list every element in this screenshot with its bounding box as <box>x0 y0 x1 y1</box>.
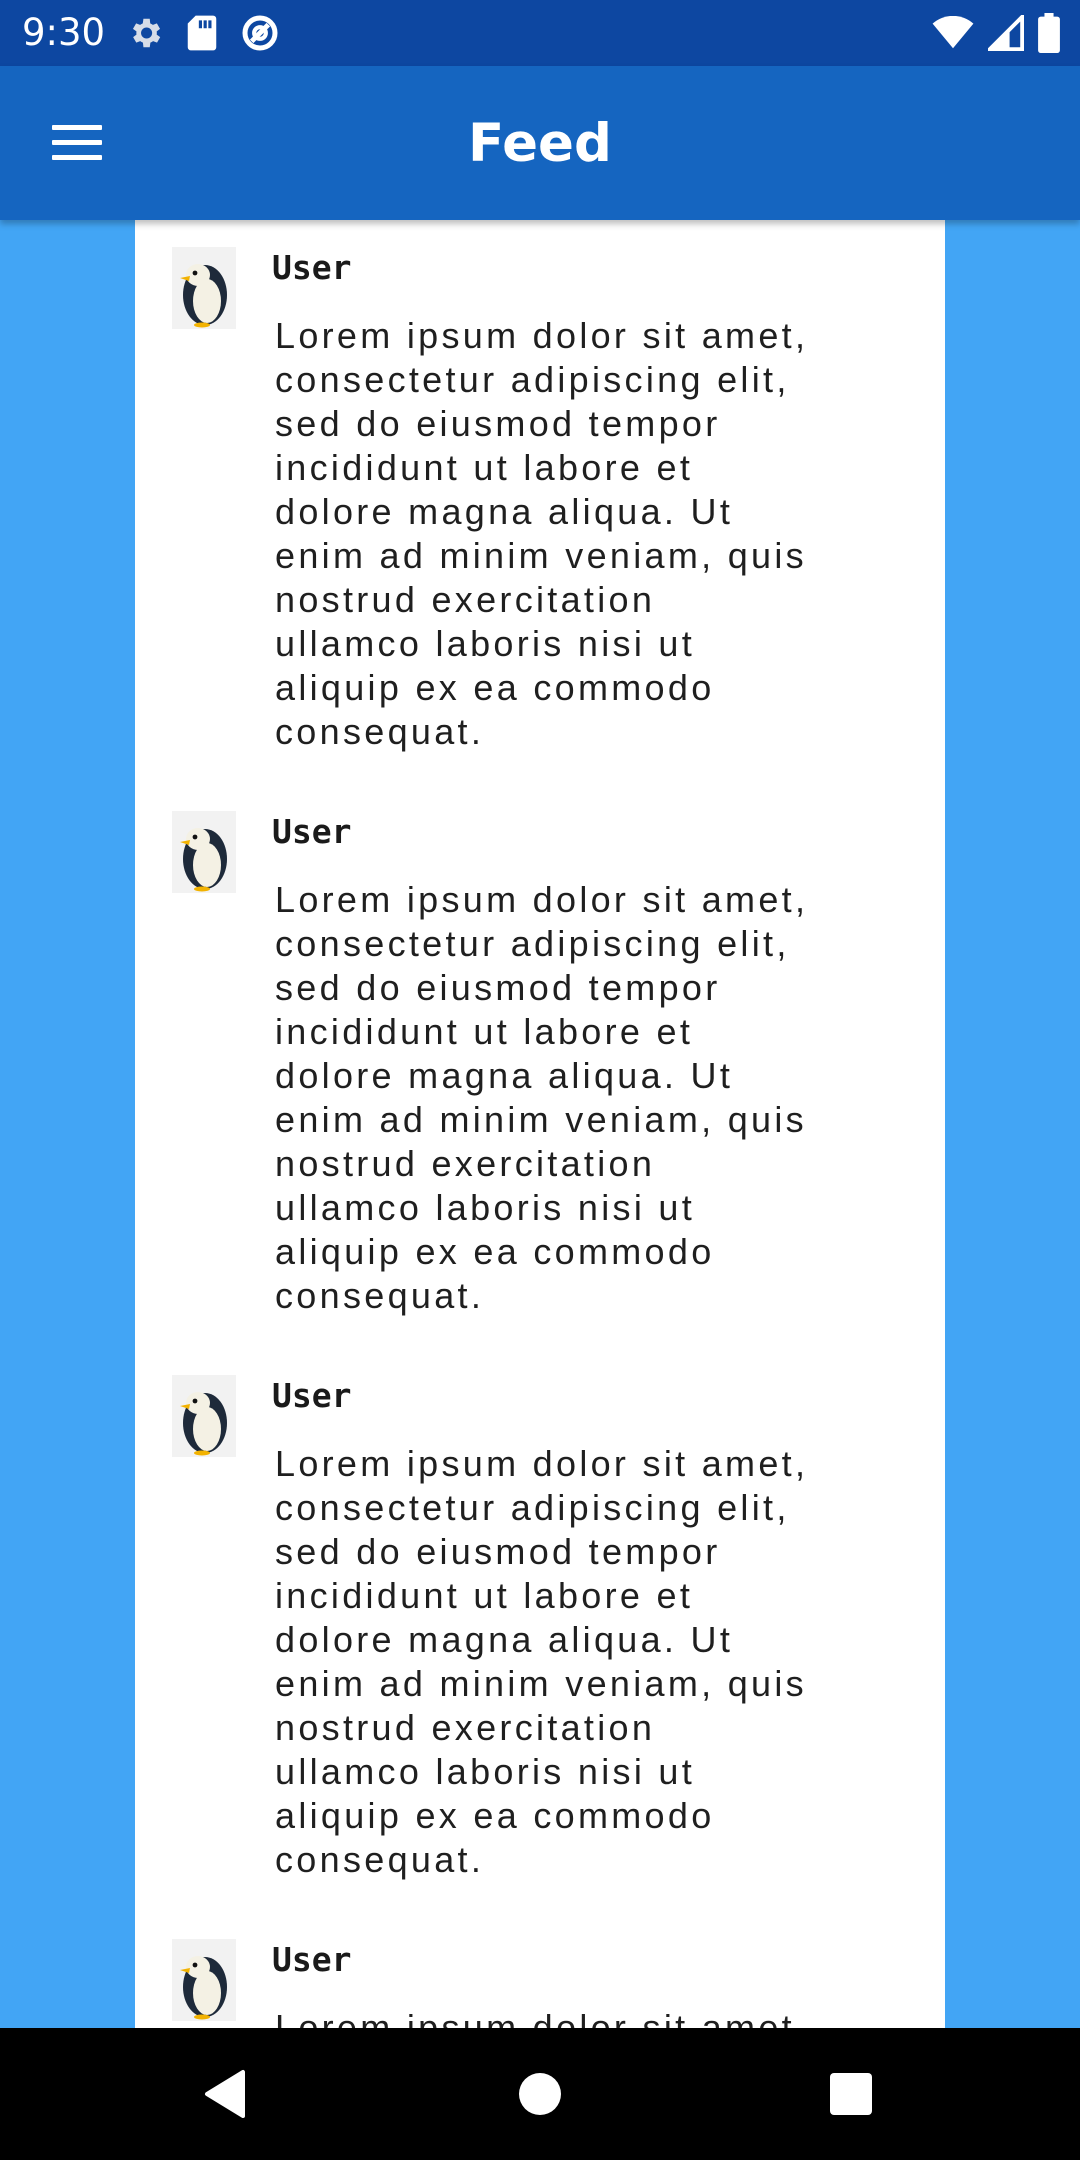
data-saver-icon <box>240 13 280 53</box>
penguin-icon <box>180 1956 227 2020</box>
post-body: Lorem ipsum dolor sit amet, consectetur … <box>275 879 809 1316</box>
avatar[interactable] <box>172 1375 236 1457</box>
page-title: Feed <box>468 113 612 174</box>
status-bar: 9:30 <box>0 0 1080 66</box>
screen: 9:30 Feed User Lorem ipsum dolor sit ame… <box>0 0 1080 2160</box>
cell-signal-icon <box>988 15 1024 51</box>
status-left-icons <box>126 13 280 53</box>
recents-icon <box>830 2073 872 2115</box>
status-time: 9:30 <box>22 11 106 54</box>
post-body: Lorem ipsum dolor sit amet, consectetur … <box>275 315 809 752</box>
battery-icon <box>1038 13 1060 53</box>
settings-icon <box>126 14 164 52</box>
post-body: Lorem ipsum dolor sit amet, <box>275 2007 809 2028</box>
app-bar: Feed <box>0 66 1080 220</box>
penguin-icon <box>180 1392 227 1456</box>
navigation-bar <box>0 2028 1080 2160</box>
avatar[interactable] <box>172 247 236 329</box>
status-right-icons <box>932 12 1060 54</box>
post-username[interactable]: User <box>272 1940 351 1980</box>
back-button[interactable] <box>195 2064 255 2124</box>
penguin-icon <box>180 828 227 892</box>
avatar[interactable] <box>172 811 236 893</box>
home-icon <box>519 2073 561 2115</box>
post-username[interactable]: User <box>272 812 351 852</box>
post-body: Lorem ipsum dolor sit amet, consectetur … <box>275 1443 809 1880</box>
recents-button[interactable] <box>821 2064 881 2124</box>
sd-card-icon <box>186 14 218 52</box>
wifi-icon <box>932 16 974 50</box>
feed-list[interactable]: User Lorem ipsum dolor sit amet, consect… <box>135 220 945 2028</box>
post-username[interactable]: User <box>272 1376 351 1416</box>
penguin-icon <box>180 264 227 328</box>
avatar[interactable] <box>172 1939 236 2021</box>
back-icon <box>205 2070 245 2118</box>
post-username[interactable]: User <box>272 248 351 288</box>
home-button[interactable] <box>510 2064 570 2124</box>
